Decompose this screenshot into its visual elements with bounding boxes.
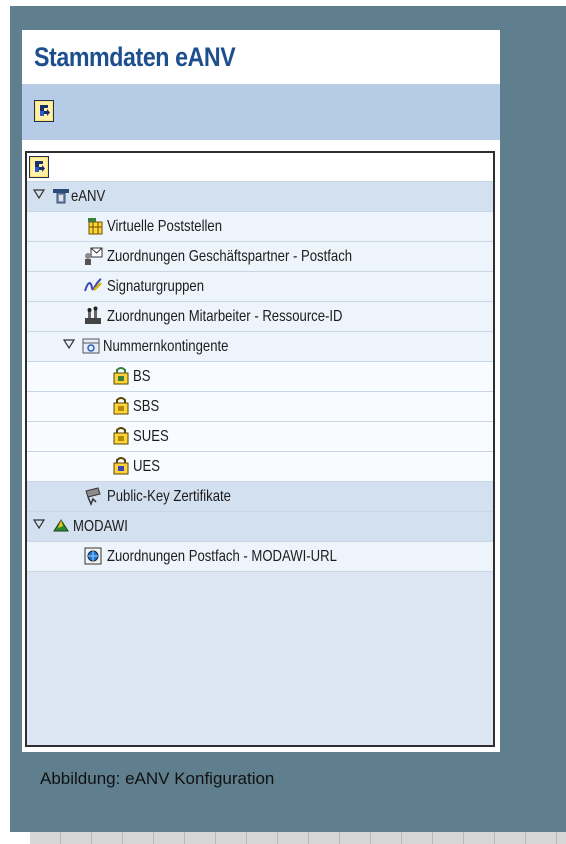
tree-container: eANV Virtuelle Poststellen Zuordnungen G… <box>25 151 495 747</box>
tree-node-modawi[interactable]: MODAWI <box>27 512 493 542</box>
tree-node-label: MODAWI <box>73 518 128 535</box>
contingent-icon <box>113 457 129 475</box>
tree-node-label: Zuordnungen Postfach - MODAWI-URL <box>107 548 337 565</box>
tree-node-label: Signaturgruppen <box>107 278 205 295</box>
signature-icon <box>84 278 102 292</box>
tree-node-zuordnungen-geschaeftspartner[interactable]: Zuordnungen Geschäftspartner - Postfach <box>27 242 493 272</box>
contingent-icon <box>113 367 129 385</box>
employee-resource-icon <box>85 306 101 324</box>
certificate-icon <box>85 487 101 506</box>
tree-node-sbs[interactable]: SBS <box>27 392 493 422</box>
tree-node-label: SBS <box>133 398 160 415</box>
sap-panel: Stammdaten eANV eANV Virtuelle Poststell… <box>22 30 500 752</box>
contingent-icon <box>113 427 129 445</box>
refresh-icon <box>31 158 47 176</box>
tree-node-eanv[interactable]: eANV <box>27 182 493 212</box>
tree-node-label: Nummernkontingente <box>103 338 229 355</box>
tree-node-bs[interactable]: BS <box>27 362 493 392</box>
virtual-mailbox-icon <box>88 218 103 235</box>
tree-node-label: SUES <box>133 428 169 445</box>
expand-toggle-icon[interactable] <box>33 518 45 530</box>
tree-node-zuordnungen-postfach-modawi-url[interactable]: Zuordnungen Postfach - MODAWI-URL <box>27 542 493 572</box>
page-title: Stammdaten eANV <box>34 42 236 72</box>
tree-node-label: UES <box>133 458 160 475</box>
tree-node-label: eANV <box>71 188 106 205</box>
title-bar: Stammdaten eANV <box>22 30 500 86</box>
url-mapping-icon <box>84 547 102 565</box>
tree-node-nummernkontingente[interactable]: Nummernkontingente <box>27 332 493 362</box>
figure-caption: Abbildung: eANV Konfiguration <box>40 769 275 788</box>
tree-node-virtuelle-poststellen[interactable]: Virtuelle Poststellen <box>27 212 493 242</box>
bottom-ruler <box>30 832 566 844</box>
number-range-icon <box>82 338 100 354</box>
tree-node-ues[interactable]: UES <box>27 452 493 482</box>
tree-node-sues[interactable]: SUES <box>27 422 493 452</box>
tree-node-label: Zuordnungen Mitarbeiter - Ressource-ID <box>107 308 343 325</box>
expand-toggle-icon[interactable] <box>63 338 75 350</box>
main-toolbar <box>22 85 500 140</box>
refresh-icon <box>36 102 52 120</box>
tree-node-zuordnungen-mitarbeiter[interactable]: Zuordnungen Mitarbeiter - Ressource-ID <box>27 302 493 332</box>
tree-node-label: Virtuelle Poststellen <box>107 218 222 235</box>
tree-refresh-button[interactable] <box>29 156 49 178</box>
tree-node-label: Public-Key Zertifikate <box>107 488 231 505</box>
tree-node-label: Zuordnungen Geschäftspartner - Postfach <box>107 248 353 265</box>
tree-node-signaturgruppen[interactable]: Signaturgruppen <box>27 272 493 302</box>
refresh-button[interactable] <box>34 100 54 122</box>
modawi-node-icon <box>53 519 69 532</box>
tree-node-public-key-zertifikate[interactable]: Public-Key Zertifikate <box>27 482 493 512</box>
tree-toolbar <box>27 153 493 182</box>
eanv-node-icon <box>53 189 69 204</box>
tree-node-label: BS <box>133 368 151 385</box>
partner-mailbox-icon <box>85 247 103 265</box>
expand-toggle-icon[interactable] <box>33 188 45 200</box>
contingent-icon <box>113 397 129 415</box>
